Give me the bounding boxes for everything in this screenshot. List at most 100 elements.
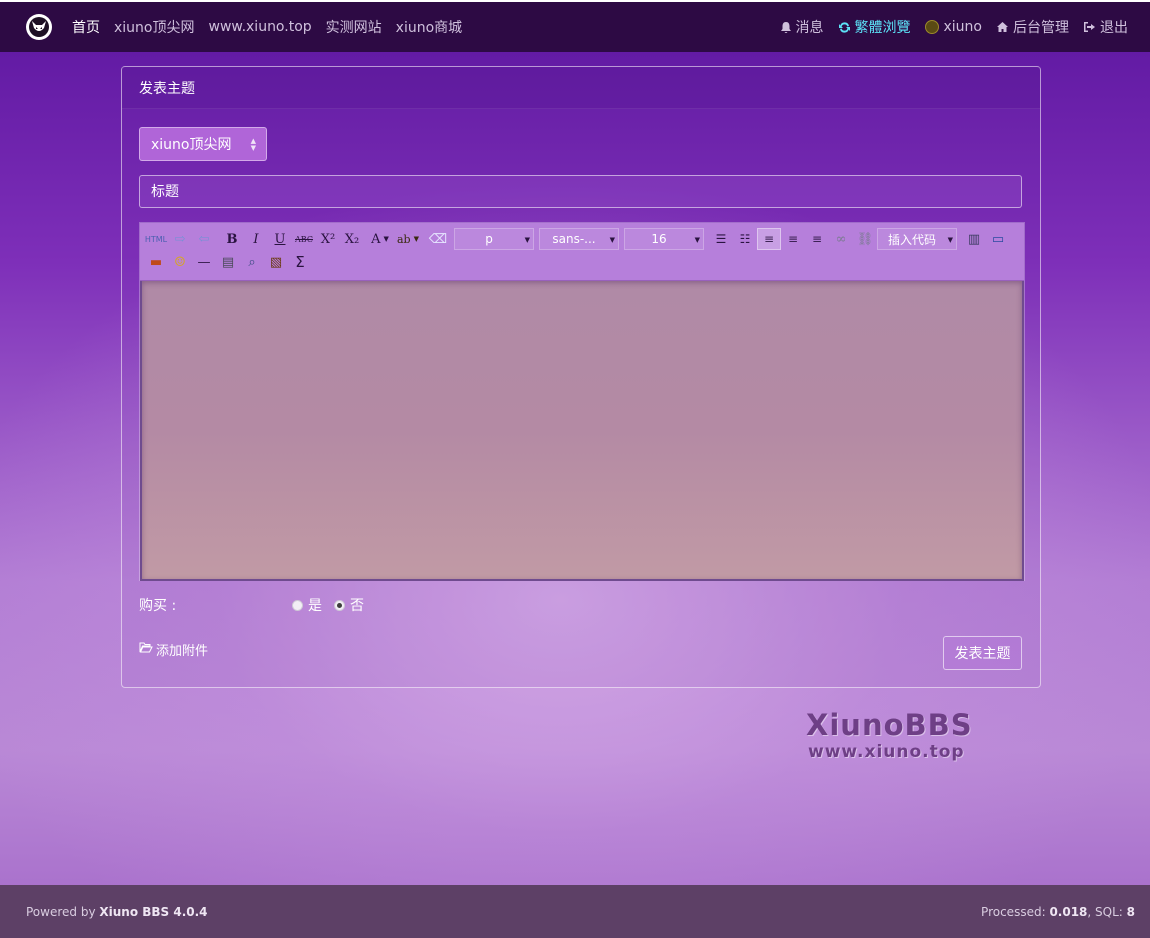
flash-icon[interactable]: ▭: [986, 228, 1010, 250]
bold-button[interactable]: B: [220, 228, 244, 250]
print-icon[interactable]: ▤: [216, 251, 240, 273]
nav-right: 消息 繁體浏覽 xiuno 后台管理 退出: [766, 2, 1128, 52]
card-title: 发表主题: [122, 67, 1040, 109]
nav-home[interactable]: 首页: [72, 17, 100, 37]
nav-forum-1[interactable]: xiuno顶尖网: [114, 17, 195, 37]
link-icon[interactable]: ∞: [829, 228, 853, 250]
paste-icon[interactable]: ▧: [264, 251, 288, 273]
title-input[interactable]: [139, 175, 1022, 208]
footer-powered-prefix: Powered by: [26, 904, 100, 919]
nav-left: 首页 xiuno顶尖网 www.xiuno.top 实测网站 xiuno商城: [72, 2, 476, 52]
add-attachment-label: 添加附件: [156, 644, 209, 659]
align-center-icon[interactable]: ≡: [781, 228, 805, 250]
purchase-row: 购买 : 是 否: [139, 595, 739, 615]
footer-processed-prefix: Processed:: [981, 904, 1050, 919]
footer-sql-value: 8: [1126, 904, 1135, 919]
font-size-value: 16: [651, 232, 667, 246]
nav-traditional-label: 繁體浏覽: [854, 20, 911, 36]
home-icon: [996, 21, 1009, 33]
subscript-button[interactable]: X₂: [340, 228, 364, 250]
page-footer: Powered by Xiuno BBS 4.0.4 Processed: 0.…: [0, 885, 1150, 938]
editor-toolbar: HTML ⇨ ⇦ B I U ABC X² X₂ A ▼ ab ▼ ⌫ p ▼ san…: [140, 223, 1024, 281]
unordered-list-icon[interactable]: ☷: [733, 228, 757, 250]
add-attachment-link[interactable]: 添加附件: [139, 640, 208, 659]
forum-select[interactable]: xiuno顶尖网 ▲ ▼: [139, 127, 267, 161]
nav-forum-4[interactable]: xiuno商城: [396, 17, 463, 37]
chevron-down-icon: ▼: [694, 236, 700, 244]
html-source-button[interactable]: HTML: [144, 228, 168, 250]
italic-button[interactable]: I: [244, 228, 268, 250]
editor-content-area[interactable]: [140, 281, 1024, 581]
site-logo-icon[interactable]: [26, 14, 52, 40]
font-family-value: sans-...: [552, 232, 596, 246]
nav-forum-2[interactable]: www.xiuno.top: [209, 19, 312, 35]
insert-code-select[interactable]: 插入代码 ▼: [877, 228, 957, 250]
format-select[interactable]: p ▼: [454, 228, 534, 250]
bell-icon: [780, 21, 792, 34]
purchase-no-label: 否: [350, 598, 364, 614]
folder-open-icon: [139, 642, 153, 657]
watermark-title: XiunoBBS: [806, 708, 973, 742]
nav-admin[interactable]: 后台管理: [996, 17, 1069, 37]
logout-icon: [1083, 21, 1096, 33]
chevron-down-icon: ▼: [947, 236, 953, 244]
chevron-down-icon: ▼: [383, 235, 389, 243]
footer-processed-value: 0.018: [1049, 904, 1088, 919]
align-right-icon[interactable]: ≡: [805, 228, 829, 250]
unlink-icon[interactable]: ⛓: [853, 228, 877, 250]
undo-icon[interactable]: ⇨: [168, 228, 192, 250]
forecolor-button[interactable]: A ▼: [368, 228, 392, 250]
formula-button[interactable]: Σ: [288, 251, 312, 273]
chevron-down-icon: ▼: [609, 236, 615, 244]
underline-button[interactable]: U: [268, 228, 292, 250]
footer-stats: Processed: 0.018, SQL: 8: [981, 905, 1135, 919]
new-thread-card: 发表主题 xiuno顶尖网 ▲▼ HTML ⇨ ⇦ B I U ABC X² X…: [121, 66, 1041, 688]
purchase-yes-label: 是: [308, 598, 322, 614]
radio-yes[interactable]: [292, 599, 303, 611]
eraser-icon[interactable]: ⌫: [426, 228, 450, 250]
nav-messages[interactable]: 消息: [780, 17, 824, 37]
format-select-value: p: [485, 232, 493, 246]
video-icon[interactable]: ▥: [962, 228, 986, 250]
nav-admin-label: 后台管理: [1013, 20, 1069, 36]
footer-sql-prefix: , SQL:: [1087, 904, 1127, 919]
nav-messages-label: 消息: [795, 20, 824, 36]
nav-logout-label: 退出: [1100, 20, 1128, 36]
align-left-icon[interactable]: ≡: [757, 228, 781, 250]
purchase-yes-option[interactable]: 是: [292, 595, 322, 615]
insert-code-value: 插入代码: [887, 232, 936, 247]
backcolor-label: ab: [397, 232, 411, 246]
strikethrough-button[interactable]: ABC: [292, 228, 316, 250]
avatar: [924, 20, 939, 34]
forecolor-label: A: [371, 231, 381, 247]
submit-thread-button[interactable]: 发表主题: [943, 636, 1022, 670]
nav-forum-3[interactable]: 实测网站: [326, 17, 382, 37]
top-navbar: 首页 xiuno顶尖网 www.xiuno.top 实测网站 xiuno商城 消…: [0, 0, 1150, 52]
nav-logout[interactable]: 退出: [1083, 17, 1128, 37]
watermark-url: www.xiuno.top: [808, 742, 965, 762]
select-arrows-icon: ▲ ▼: [250, 137, 256, 152]
horizontal-rule-icon[interactable]: —: [192, 251, 216, 273]
purchase-label: 购买 :: [139, 598, 177, 614]
ordered-list-icon[interactable]: ☰: [709, 228, 733, 250]
nav-traditional[interactable]: 繁體浏覽: [838, 17, 911, 37]
radio-no[interactable]: [334, 599, 345, 611]
superscript-button[interactable]: X²: [316, 228, 340, 250]
chevron-down-icon: ▼: [524, 236, 530, 244]
site-watermark: XiunoBBS www.xiuno.top: [806, 708, 973, 762]
image-icon[interactable]: ▬: [144, 251, 168, 273]
footer-powered-name[interactable]: Xiuno BBS 4.0.4: [99, 905, 207, 919]
font-size-select[interactable]: 16 ▼: [624, 228, 704, 250]
preview-icon[interactable]: ⌕: [240, 251, 264, 273]
nav-user[interactable]: xiuno: [924, 19, 983, 35]
footer-powered: Powered by Xiuno BBS 4.0.4: [26, 905, 208, 919]
emoticon-icon[interactable]: ☺: [168, 251, 192, 273]
purchase-no-option[interactable]: 否: [334, 595, 364, 615]
backcolor-button[interactable]: ab ▼: [396, 228, 420, 250]
forum-select-value: xiuno顶尖网: [151, 137, 232, 153]
refresh-icon: [838, 21, 851, 34]
nav-user-label: xiuno: [943, 19, 983, 35]
redo-icon[interactable]: ⇦: [192, 228, 216, 250]
font-family-select[interactable]: sans-... ▼: [539, 228, 619, 250]
rich-text-editor: HTML ⇨ ⇦ B I U ABC X² X₂ A ▼ ab ▼ ⌫ p ▼ san…: [139, 222, 1025, 581]
